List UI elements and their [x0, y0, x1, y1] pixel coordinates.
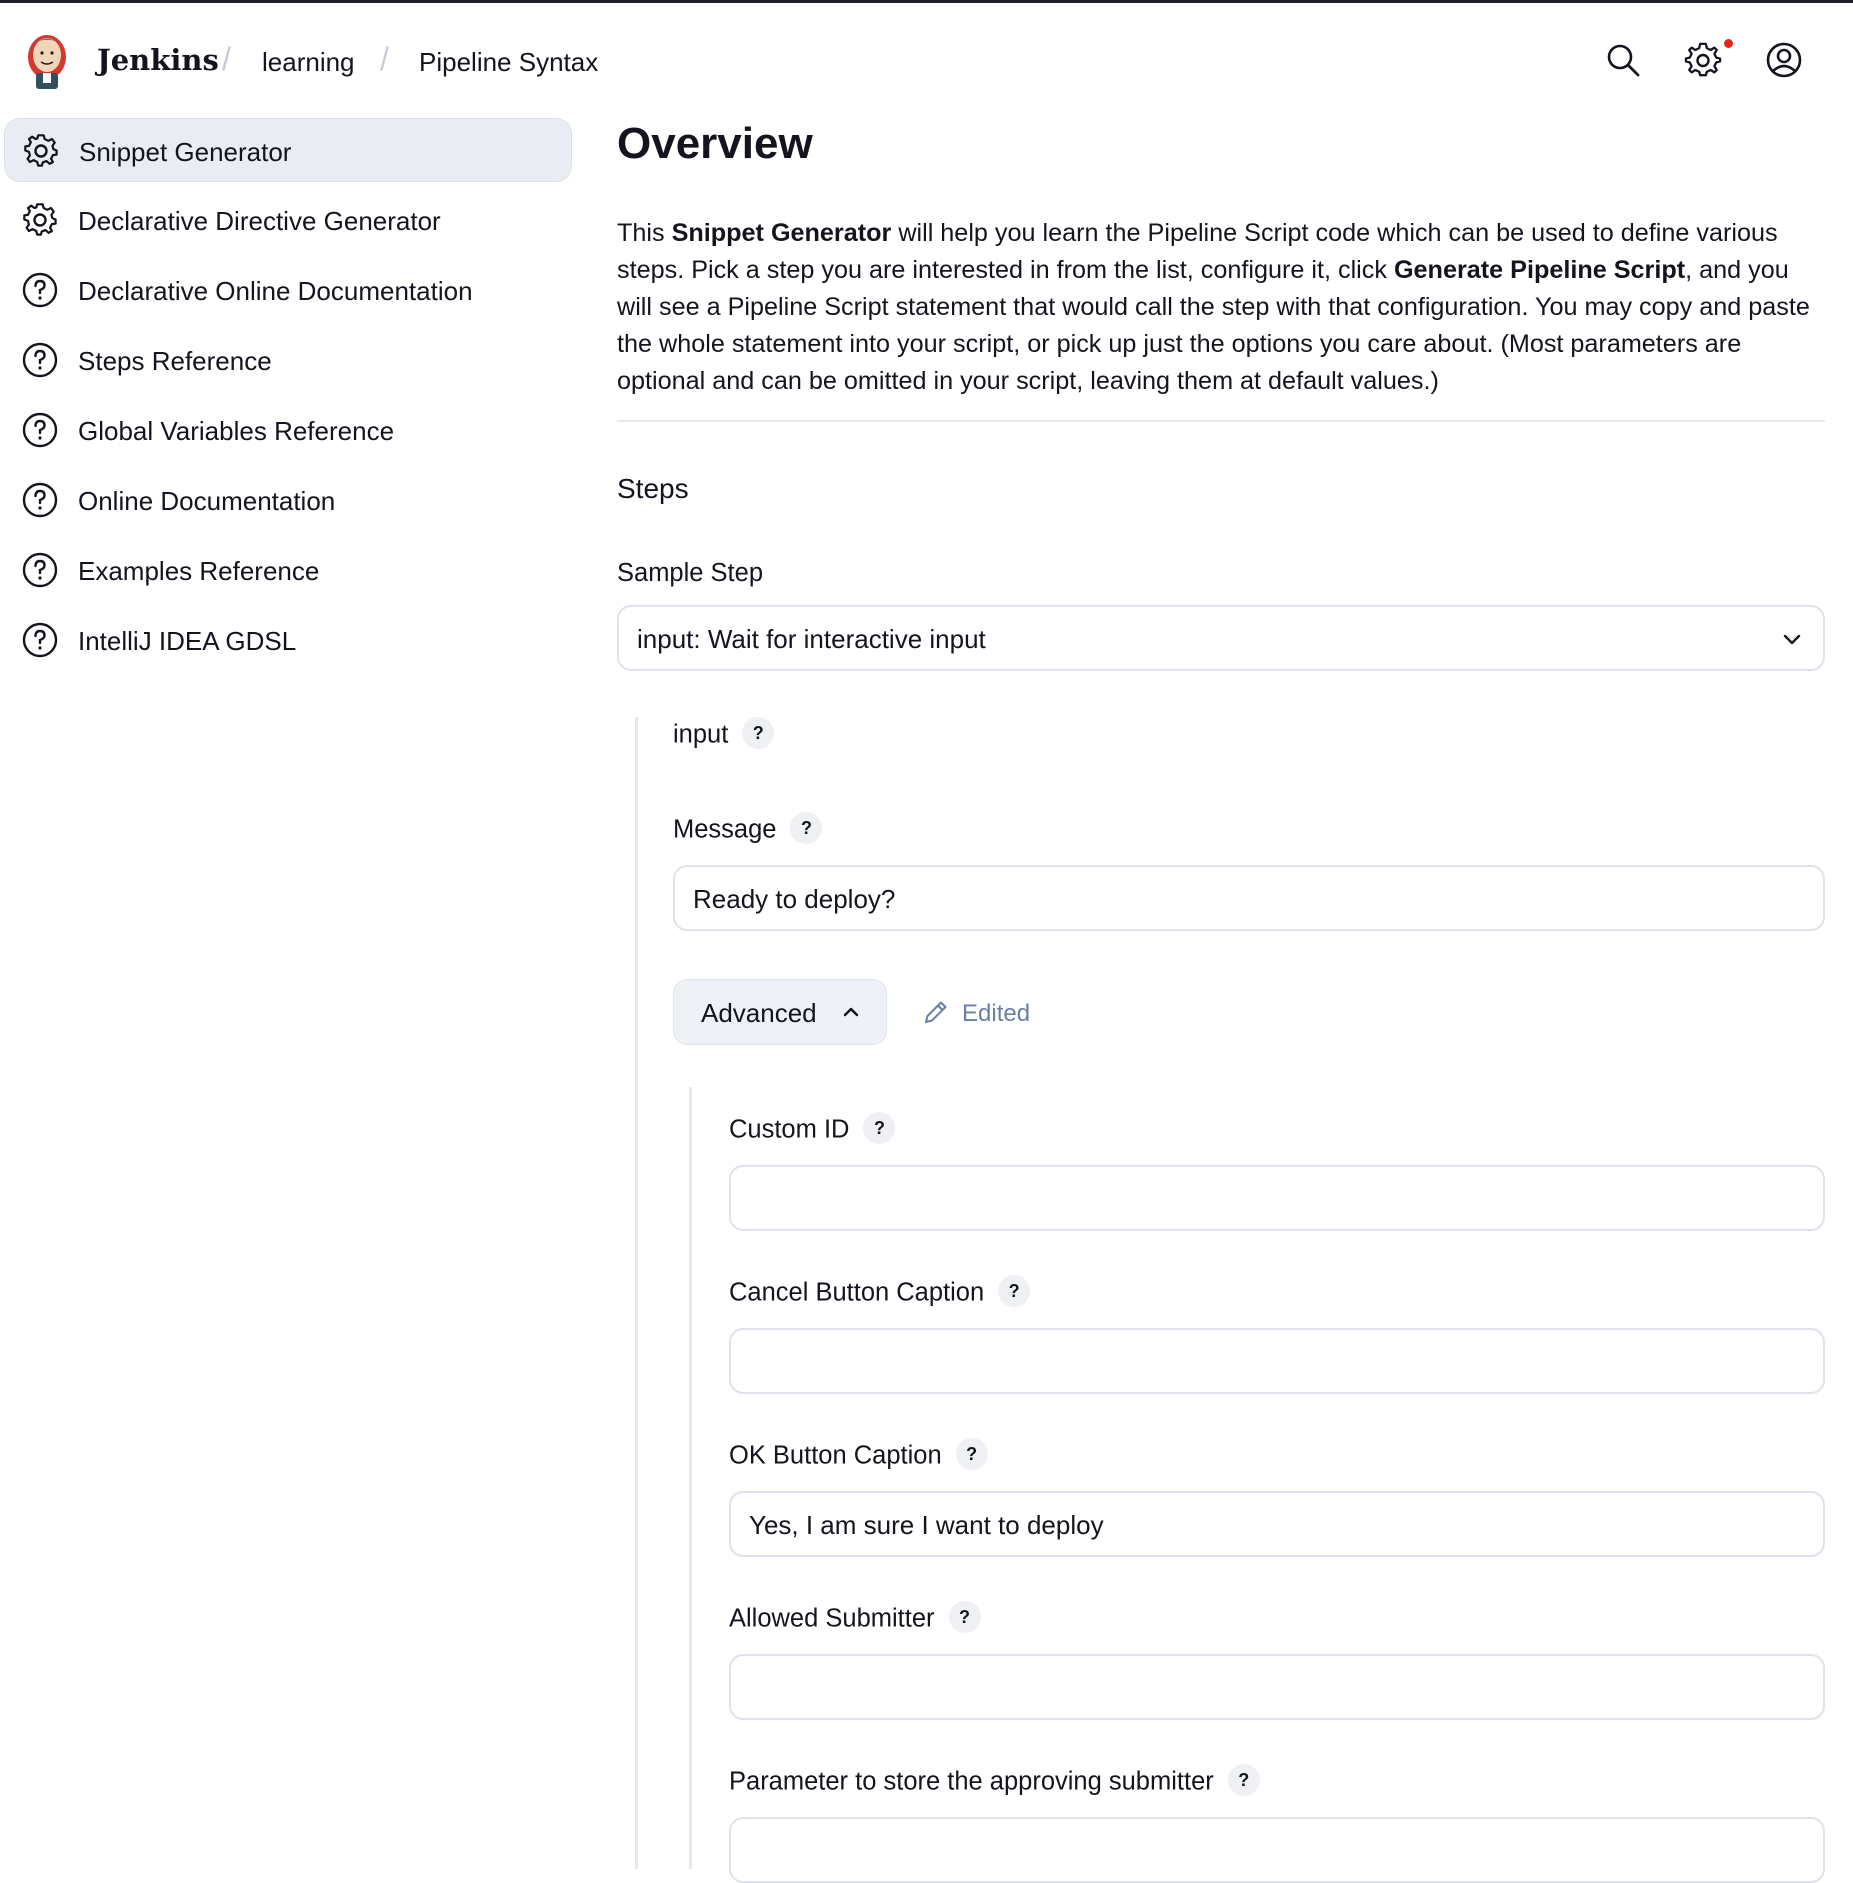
step-name-label: input?	[673, 717, 775, 752]
description-bold: Generate Pipeline Script	[1393, 256, 1686, 284]
message-value: Ready to deploy?	[693, 884, 896, 914]
sidebar-item-label: Declarative Directive Generator	[78, 206, 441, 236]
sidebar-item-snippet-generator[interactable]: Snippet Generator	[4, 118, 572, 182]
gear-icon	[24, 134, 58, 167]
gear-icon[interactable]	[1684, 41, 1722, 79]
cancel-caption-label: Cancel Button Caption?	[729, 1275, 1031, 1310]
sidebar-item-online-documentation[interactable]: Online Documentation	[4, 468, 572, 532]
step-name-text: input	[673, 720, 729, 749]
help-icon[interactable]: ?	[863, 1112, 896, 1144]
sample-step-select[interactable]: input: Wait for interactive input	[617, 605, 1825, 671]
ok-caption-input[interactable]: Yes, I am sure I want to deploy	[729, 1491, 1825, 1557]
allowed-submitter-label: Allowed Submitter?	[729, 1601, 981, 1636]
sidebar-item-global-variables-reference[interactable]: Global Variables Reference	[4, 398, 572, 462]
custom-id-input[interactable]	[729, 1165, 1825, 1231]
help-circle-icon	[22, 272, 58, 308]
ok-caption-value: Yes, I am sure I want to deploy	[749, 1510, 1104, 1540]
breadcrumb-pipeline-syntax[interactable]: Pipeline Syntax	[419, 47, 598, 78]
jenkins-logo[interactable]	[22, 29, 72, 93]
notification-dot	[1724, 39, 1733, 48]
advanced-label: Advanced	[701, 998, 817, 1028]
user-icon[interactable]	[1765, 41, 1803, 79]
advanced-indent-bar	[689, 1087, 692, 1869]
help-icon[interactable]: ?	[998, 1275, 1031, 1307]
sidebar-item-label: IntelliJ IDEA GDSL	[78, 626, 297, 656]
help-icon[interactable]: ?	[955, 1438, 988, 1470]
sidebar-item-label: Declarative Online Documentation	[78, 276, 473, 306]
description-text: This	[617, 219, 672, 247]
description: This Snippet Generator will help you lea…	[617, 215, 1827, 400]
sidebar-item-steps-reference[interactable]: Steps Reference	[4, 328, 572, 392]
search-icon[interactable]	[1604, 41, 1642, 79]
sample-step-label: Sample Step	[617, 559, 764, 587]
steps-section-title: Steps	[617, 473, 689, 504]
advanced-button[interactable]: Advanced	[673, 979, 887, 1045]
sidebar-item-declarative-directive-generator[interactable]: Declarative Directive Generator	[4, 188, 572, 252]
sidebar-item-intellij-idea-gdsl[interactable]: IntelliJ IDEA GDSL	[4, 608, 572, 672]
breadcrumb-separator: /	[222, 41, 231, 77]
sidebar-item-label: Snippet Generator	[79, 137, 292, 167]
help-circle-icon	[22, 552, 58, 588]
submitter-parameter-label: Parameter to store the approving submitt…	[729, 1764, 1260, 1799]
description-bold: Snippet Generator	[671, 219, 892, 247]
sidebar-item-label: Global Variables Reference	[78, 416, 395, 446]
help-circle-icon	[22, 342, 58, 378]
sidebar-item-examples-reference[interactable]: Examples Reference	[4, 538, 572, 602]
allowed-submitter-label-text: Allowed Submitter	[729, 1604, 935, 1633]
submitter-parameter-label-text: Parameter to store the approving submitt…	[729, 1767, 1214, 1796]
help-circle-icon	[22, 412, 58, 448]
message-label: Message?	[673, 812, 823, 847]
breadcrumb-learning[interactable]: learning	[262, 47, 355, 78]
ok-caption-label-text: OK Button Caption	[729, 1441, 942, 1470]
help-icon[interactable]: ?	[742, 717, 775, 749]
breadcrumb-separator: /	[380, 41, 389, 77]
submitter-parameter-input[interactable]	[729, 1817, 1825, 1883]
help-icon[interactable]: ?	[1227, 1764, 1260, 1796]
nest-indent-bar	[635, 717, 638, 1869]
pencil-icon	[925, 1001, 947, 1023]
chevron-down-icon	[1783, 634, 1801, 645]
cancel-caption-input[interactable]	[729, 1328, 1825, 1394]
cancel-caption-label-text: Cancel Button Caption	[729, 1278, 985, 1307]
sample-step-value: input: Wait for interactive input	[637, 624, 986, 654]
sidebar-item-label: Steps Reference	[78, 346, 272, 376]
sidebar-item-label: Online Documentation	[78, 486, 336, 516]
help-icon[interactable]: ?	[790, 812, 823, 844]
sidebar-item-declarative-online-documentation[interactable]: Declarative Online Documentation	[4, 258, 572, 322]
custom-id-label: Custom ID?	[729, 1112, 896, 1147]
header: Jenkins / learning / Pipeline Syntax	[0, 3, 1853, 115]
gear-icon	[23, 203, 57, 236]
ok-caption-label: OK Button Caption?	[729, 1438, 988, 1473]
help-circle-icon	[22, 482, 58, 518]
message-label-text: Message	[673, 815, 777, 844]
help-icon[interactable]: ?	[948, 1601, 981, 1633]
allowed-submitter-input[interactable]	[729, 1654, 1825, 1720]
sidebar-item-label: Examples Reference	[78, 556, 320, 586]
custom-id-label-text: Custom ID	[729, 1115, 850, 1144]
help-circle-icon	[22, 622, 58, 658]
brand-name[interactable]: Jenkins	[97, 43, 219, 77]
divider	[617, 420, 1825, 422]
edited-label: Edited	[962, 1000, 1031, 1027]
message-input[interactable]: Ready to deploy?	[673, 865, 1825, 931]
chevron-up-icon	[843, 1007, 859, 1017]
page-title: Overview	[617, 119, 813, 168]
